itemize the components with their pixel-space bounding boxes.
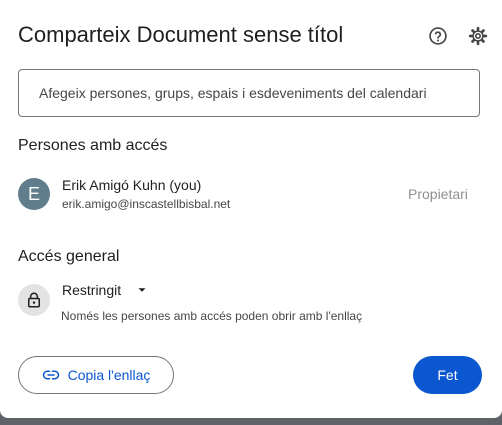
done-label: Fet (437, 367, 458, 383)
done-button[interactable]: Fet (413, 356, 482, 394)
copy-link-button[interactable]: Copia l'enllaç (18, 356, 174, 394)
lock-icon (28, 292, 40, 308)
person-name: Erik Amigó Kuhn (you) (62, 177, 202, 193)
help-circle-icon (429, 27, 447, 45)
person-role: Propietari (408, 186, 468, 202)
link-icon (42, 370, 59, 380)
help-button[interactable] (426, 24, 450, 48)
general-access-description: Només les persones amb accés poden obrir… (61, 309, 363, 323)
share-dialog: Comparteix Document sense títol Persones… (0, 0, 502, 418)
general-access-dropdown[interactable]: Restringit (62, 282, 149, 298)
general-access-mode: Restringit (62, 282, 122, 298)
copy-link-label: Copia l'enllaç (67, 367, 151, 383)
avatar-initial: E (27, 183, 40, 204)
gear-icon (468, 26, 488, 46)
people-with-access-heading: Persones amb accés (18, 137, 168, 154)
caret-down-icon (138, 288, 146, 292)
general-access-heading: Accés general (18, 248, 120, 265)
settings-button[interactable] (466, 24, 490, 48)
dialog-title: Comparteix Document sense títol (18, 22, 344, 47)
person-email: erik.amigo@inscastellbisbal.net (62, 197, 231, 211)
avatar: E (18, 178, 50, 210)
lock-icon-badge (18, 284, 50, 316)
add-people-input[interactable] (18, 69, 480, 117)
